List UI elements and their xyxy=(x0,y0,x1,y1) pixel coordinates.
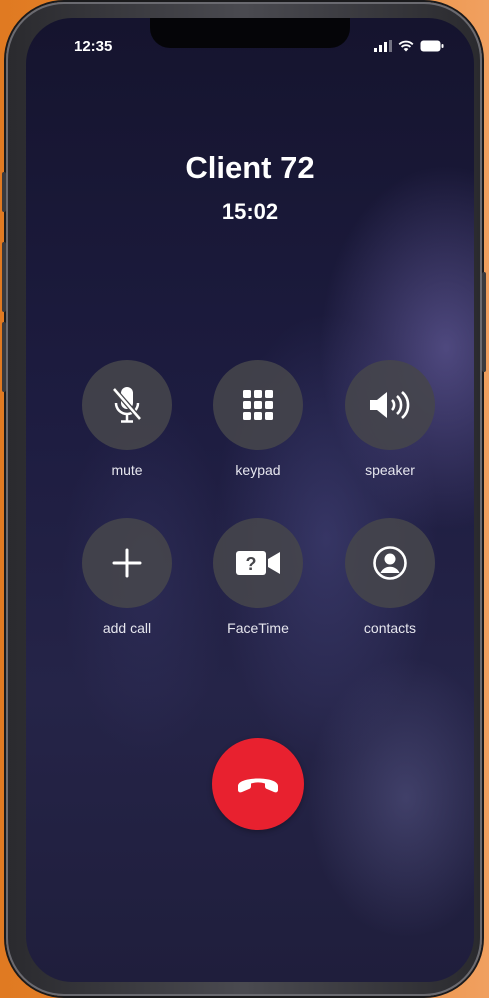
facetime-icon: ? xyxy=(236,551,280,575)
keypad-icon xyxy=(243,390,273,420)
mute-switch xyxy=(2,172,6,212)
facetime-button-circle[interactable]: ? xyxy=(213,518,303,608)
add-call-label: add call xyxy=(102,620,152,636)
caller-name: Client 72 xyxy=(185,150,315,185)
status-time: 12:35 xyxy=(74,38,113,55)
volume-down-button xyxy=(2,322,6,392)
keypad-button-circle[interactable] xyxy=(213,360,303,450)
call-duration: 15:02 xyxy=(221,199,279,224)
mute-label: mute xyxy=(111,462,143,478)
volume-up-button xyxy=(2,242,6,312)
keypad-label: keypad xyxy=(235,462,281,478)
facetime-label: FaceTime xyxy=(227,620,289,636)
speaker-icon xyxy=(370,391,410,419)
end-call-button[interactable] xyxy=(212,738,304,830)
signal-icon xyxy=(374,40,392,52)
phone-hangup-icon xyxy=(238,778,278,793)
add-call-button[interactable]: add call xyxy=(72,518,182,636)
power-button xyxy=(482,272,486,372)
plus-icon xyxy=(112,548,142,578)
speaker-button-circle[interactable] xyxy=(345,360,435,450)
keypad-button[interactable]: keypad xyxy=(203,360,313,478)
add-call-button-circle[interactable] xyxy=(82,518,172,608)
mute-button-circle[interactable] xyxy=(82,360,172,450)
contacts-button-circle[interactable] xyxy=(345,518,435,608)
battery-icon xyxy=(420,40,444,52)
speaker-button[interactable]: speaker xyxy=(335,360,445,478)
wifi-icon xyxy=(398,40,414,52)
speaker-label: speaker xyxy=(365,462,415,478)
status-bar: 12:35 xyxy=(26,18,474,58)
call-screen: 12:35 Client 72 15:02 mute keypad speake… xyxy=(26,18,474,982)
phone-frame: 12:35 Client 72 15:02 mute keypad speake… xyxy=(2,2,486,996)
status-icons xyxy=(374,40,444,52)
mic-slash-icon xyxy=(112,387,142,423)
svg-text:?: ? xyxy=(246,554,257,574)
contacts-button[interactable]: contacts xyxy=(335,518,445,636)
contacts-label: contacts xyxy=(363,620,417,636)
mute-button[interactable]: mute xyxy=(72,360,182,478)
facetime-button[interactable]: ? FaceTime xyxy=(203,518,313,636)
contact-icon xyxy=(373,546,407,580)
